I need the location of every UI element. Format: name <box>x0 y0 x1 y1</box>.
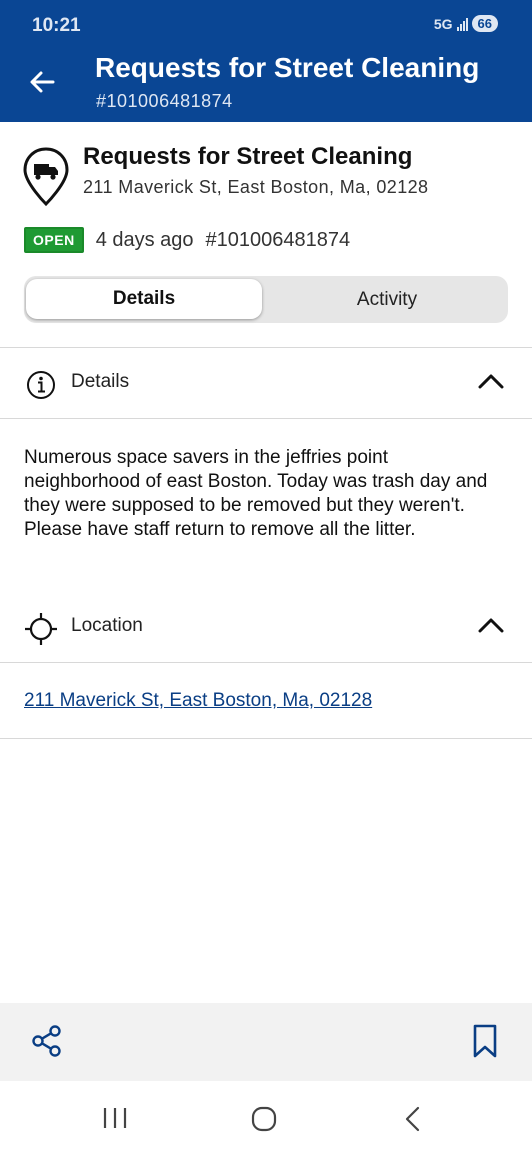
location-address-link[interactable]: 211 Maverick St, East Boston, Ma, 02128 <box>24 690 372 712</box>
network-label: 5G <box>433 15 453 32</box>
status-time: 10:21 <box>32 15 81 36</box>
crosshair-icon <box>25 613 57 645</box>
request-case-number: #101006481874 <box>205 228 351 251</box>
location-section-header[interactable]: Location <box>0 592 532 662</box>
details-section-header[interactable]: Details <box>0 348 532 418</box>
tab-activity[interactable]: Activity <box>266 276 508 323</box>
divider <box>0 738 532 739</box>
bottom-action-bar <box>0 1003 532 1081</box>
status-row: OPEN 4 days ago #101006481874 <box>24 227 350 253</box>
battery-level: 66 <box>471 15 498 32</box>
bookmark-button[interactable] <box>470 1023 500 1064</box>
back-button[interactable] <box>22 62 62 102</box>
status-bar: 10:21 5G 66 <box>0 0 532 50</box>
share-button[interactable] <box>30 1023 64 1064</box>
system-nav-bar <box>0 1081 532 1152</box>
back-chevron-icon[interactable] <box>402 1106 424 1132</box>
request-title: Requests for Street Cleaning <box>83 143 413 170</box>
tab-switcher: Details Activity <box>24 276 508 323</box>
divider <box>0 662 532 663</box>
header-case-number: #101006481874 <box>96 91 233 111</box>
request-description: Numerous space savers in the jeffries po… <box>24 447 488 540</box>
chevron-up-icon[interactable] <box>478 372 504 390</box>
chevron-up-icon[interactable] <box>478 616 504 634</box>
divider <box>0 418 532 419</box>
details-section-label: Details <box>71 371 130 392</box>
bookmark-icon <box>473 1024 497 1058</box>
truck-map-pin-icon <box>22 146 70 213</box>
tab-details[interactable]: Details <box>26 279 262 319</box>
arrow-left-icon <box>30 71 55 93</box>
share-icon <box>32 1025 61 1057</box>
request-age: 4 days ago <box>95 228 194 251</box>
app-header: 10:21 5G 66 Requests for Street Cleaning… <box>0 0 532 122</box>
location-section-label: Location <box>71 615 143 636</box>
home-icon[interactable] <box>250 1105 278 1133</box>
request-address: 211 Maverick St, East Boston, Ma, 02128 <box>83 177 429 197</box>
status-badge: OPEN <box>24 227 84 253</box>
status-indicators: 5G 66 <box>434 15 498 32</box>
info-icon <box>27 371 55 399</box>
page-title: Requests for Street Cleaning <box>95 52 480 83</box>
signal-icon <box>456 17 468 31</box>
recent-apps-icon[interactable] <box>102 1107 128 1129</box>
